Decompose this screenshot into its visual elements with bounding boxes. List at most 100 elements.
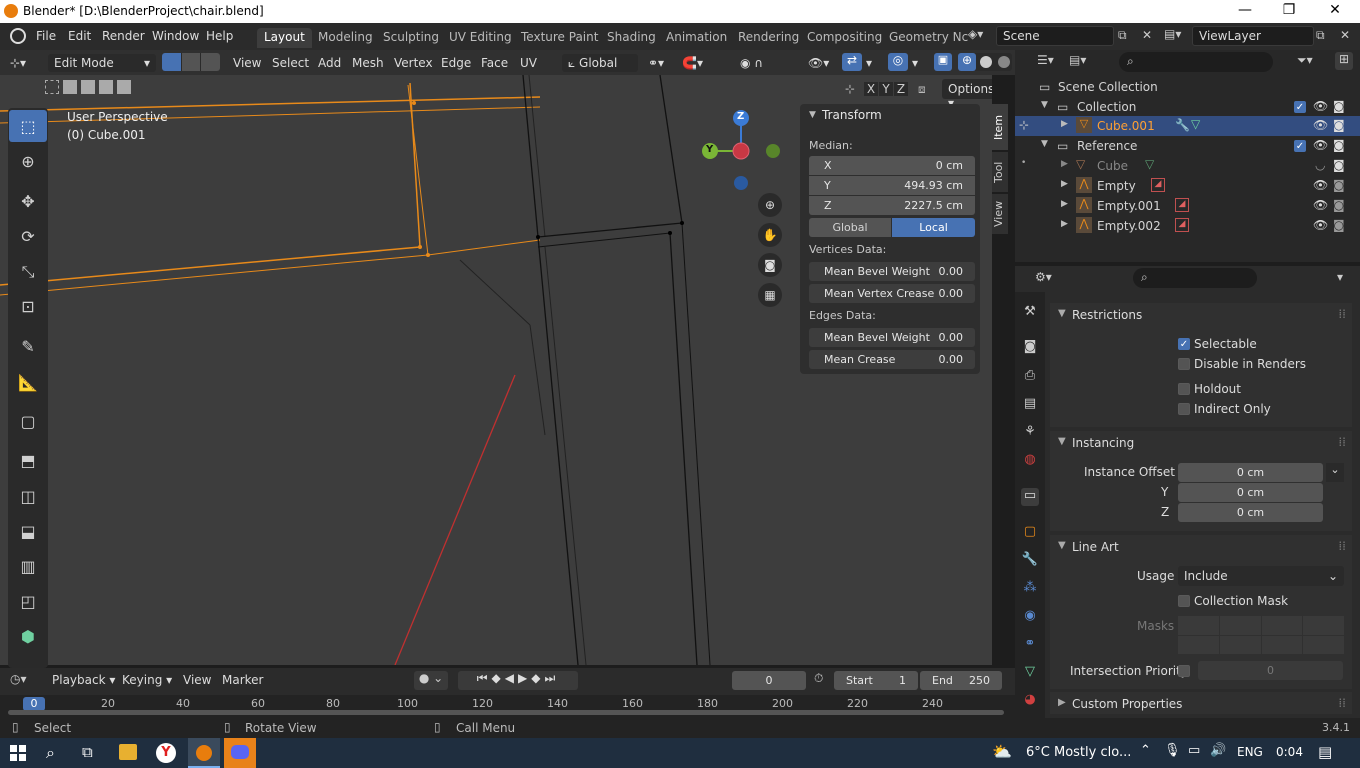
display-mode-icon[interactable]: ▤▾ <box>1069 53 1086 67</box>
new-scene-icon[interactable]: ⧉ <box>1118 28 1127 43</box>
wireframe-shading-icon[interactable]: ⊕ <box>958 53 976 71</box>
instancing-panel-header[interactable]: ▼ Instancing ⁞⁞ <box>1050 431 1352 455</box>
object-tab-icon[interactable]: ▢ <box>1021 524 1039 542</box>
disable-in-renders-checkbox[interactable] <box>1178 358 1190 370</box>
mesh-symmetry-icon[interactable]: ⧈ <box>918 82 926 97</box>
end-frame-field[interactable]: End 250 <box>920 671 1002 690</box>
drag-handle-icon[interactable]: ⁞⁞ <box>1338 539 1346 553</box>
world-tab-icon[interactable]: ◍ <box>1021 452 1039 470</box>
usage-dropdown[interactable]: Include ⌄ <box>1178 566 1344 586</box>
mesh-data-icon[interactable]: ▽ <box>1191 117 1200 131</box>
menu-mesh[interactable]: Mesh <box>352 54 384 72</box>
menu-vertex[interactable]: Vertex <box>394 54 433 72</box>
transform-title[interactable]: Transform <box>822 108 882 122</box>
render-tab-icon[interactable]: ◙ <box>1021 339 1039 357</box>
extrude-tool-icon[interactable]: ⬒ <box>9 444 47 476</box>
weather-icon[interactable]: ⛅ <box>992 742 1012 761</box>
render-camera-off-icon[interactable]: ◙ <box>1333 178 1345 192</box>
tab-tool[interactable]: Tool <box>992 152 1008 192</box>
play-reverse-icon[interactable]: ◀ <box>505 671 518 685</box>
drag-handle-icon[interactable]: ⁞⁞ <box>1338 696 1346 710</box>
view-layer-icon[interactable]: ▤▾ <box>1164 27 1181 41</box>
outliner-row-reference[interactable]: ▼ ▭ Reference ✓ 👁 ◙ <box>1015 136 1360 156</box>
mode-dropdown[interactable]: Edit Mode ▾ <box>48 54 156 72</box>
menu-help[interactable]: Help <box>206 29 233 43</box>
filter-icon[interactable]: ⏷▾ <box>1297 53 1313 68</box>
minimize-button[interactable]: — <box>1222 2 1268 18</box>
cursor-tool-icon[interactable]: ⊕ <box>9 145 47 177</box>
volume-icon[interactable]: 🔊 <box>1210 743 1226 758</box>
face-select-button[interactable] <box>201 53 220 71</box>
mask-toggle[interactable] <box>1219 616 1261 635</box>
mask-toggle[interactable] <box>1303 635 1344 654</box>
windows-start-icon[interactable] <box>10 745 26 761</box>
hidden-eye-icon[interactable]: ◡ <box>1315 158 1325 172</box>
start-frame-field[interactable]: Start 1 <box>834 671 918 690</box>
image-data-icon[interactable]: ◢ <box>1175 198 1189 212</box>
tab-rendering[interactable]: Rendering <box>731 28 806 48</box>
eye-icon[interactable]: 👁 <box>1313 198 1328 212</box>
tab-modeling[interactable]: Modeling <box>311 28 380 48</box>
intersection-priority-field[interactable]: 0 <box>1198 661 1343 680</box>
median-z-field[interactable]: Z 2227.5 cm <box>809 196 975 215</box>
image-data-icon[interactable]: ◢ <box>1151 178 1165 192</box>
tab-texture-paint[interactable]: Texture Paint <box>514 28 605 48</box>
blender-taskbar-button[interactable] <box>188 738 220 768</box>
notifications-icon[interactable]: ▤ <box>1318 743 1332 761</box>
playhead[interactable]: 0 <box>23 697 45 711</box>
xray-icon[interactable]: ▣ <box>934 53 952 71</box>
properties-search-input[interactable]: ⌕ <box>1133 268 1257 288</box>
tab-geometry-nodes[interactable]: Geometry Nc <box>882 28 975 48</box>
new-collection-icon[interactable]: ⊞ <box>1335 52 1353 70</box>
marker-menu[interactable]: Marker <box>222 673 263 687</box>
instance-offset-y-field[interactable]: 0 cm <box>1178 483 1323 502</box>
global-toggle[interactable]: Global <box>809 218 891 237</box>
expand-icon[interactable]: ▶ <box>1061 119 1068 129</box>
keying-menu[interactable]: Keying ▾ <box>122 673 172 687</box>
outliner-row-collection[interactable]: ▼ ▭ Collection ✓ 👁 ◙ <box>1015 97 1360 117</box>
outliner-search-input[interactable]: ⌕ <box>1119 52 1273 72</box>
scene-field[interactable]: Scene <box>996 26 1114 46</box>
restrictions-panel-header[interactable]: ▼ Restrictions ⁞⁞ <box>1050 303 1352 327</box>
edge-select-button[interactable] <box>182 53 200 71</box>
mean-bevel-weight-edge-field[interactable]: Mean Bevel Weight 0.00 <box>809 328 975 347</box>
auto-keying-icon[interactable]: ● ⌄ <box>414 671 448 690</box>
outliner-row-empty001[interactable]: ▶ ⋀ Empty.001 ◢ 👁 ◙ <box>1015 196 1360 216</box>
vertex-select-button[interactable] <box>162 53 181 71</box>
scene-type-icon[interactable]: ◈▾ <box>968 27 994 47</box>
timeline-editor-icon[interactable]: ◷▾ <box>10 672 27 686</box>
file-explorer-icon[interactable] <box>119 744 137 760</box>
knife-tool-icon[interactable]: ◰ <box>9 585 47 617</box>
material-shading-icon[interactable] <box>998 56 1010 68</box>
poly-build-tool-icon[interactable]: ⬢ <box>9 620 47 652</box>
discord-taskbar-button[interactable] <box>224 738 256 768</box>
menu-view[interactable]: View <box>233 54 261 72</box>
drag-handle-icon[interactable]: ⁞⁞ <box>1338 435 1346 449</box>
collection-tab-icon[interactable]: ▭ <box>1021 488 1039 506</box>
exclude-checkbox[interactable]: ✓ <box>1294 140 1306 152</box>
move-tool-icon[interactable]: ✥ <box>9 185 47 217</box>
network-icon[interactable]: ▭ <box>1188 743 1200 758</box>
physics-tab-icon[interactable]: ◉ <box>1021 608 1039 626</box>
image-data-icon[interactable]: ◢ <box>1175 218 1189 232</box>
tab-layout[interactable]: Layout <box>257 28 312 48</box>
drag-handle-icon[interactable]: ⁞⁞ <box>1338 307 1346 321</box>
outliner-row-cube[interactable]: • ▶ ▽ Cube ▽ ◡ ◙ <box>1015 156 1360 176</box>
weather-text[interactable]: 6°C Mostly clo... <box>1026 745 1131 760</box>
perspective-grid-icon[interactable]: ▦ <box>758 283 782 307</box>
data-tab-icon[interactable]: ▽ <box>1021 664 1039 682</box>
collection-mask-checkbox[interactable] <box>1178 595 1190 607</box>
proportional-edit-icon[interactable]: ◉ ∩ <box>740 54 763 72</box>
solid-shading-icon[interactable] <box>980 56 992 68</box>
eye-icon[interactable]: 👁 <box>1313 118 1328 132</box>
outliner-editor-icon[interactable]: ☰▾ <box>1037 53 1054 67</box>
visibility-icon[interactable]: 👁▾ <box>808 54 829 72</box>
orientation-dropdown[interactable]: ⟀ Global <box>562 54 638 72</box>
clock[interactable]: 0:04 <box>1276 745 1303 759</box>
menu-add[interactable]: Add <box>318 54 341 72</box>
eye-icon[interactable]: 👁 <box>1313 218 1328 232</box>
bevel-tool-icon[interactable]: ⬓ <box>9 515 47 547</box>
tab-shading[interactable]: Shading <box>600 28 663 48</box>
next-keyframe-icon[interactable]: ◆ <box>531 671 544 685</box>
gizmo-dropdown-icon[interactable]: ▾ <box>866 54 872 72</box>
